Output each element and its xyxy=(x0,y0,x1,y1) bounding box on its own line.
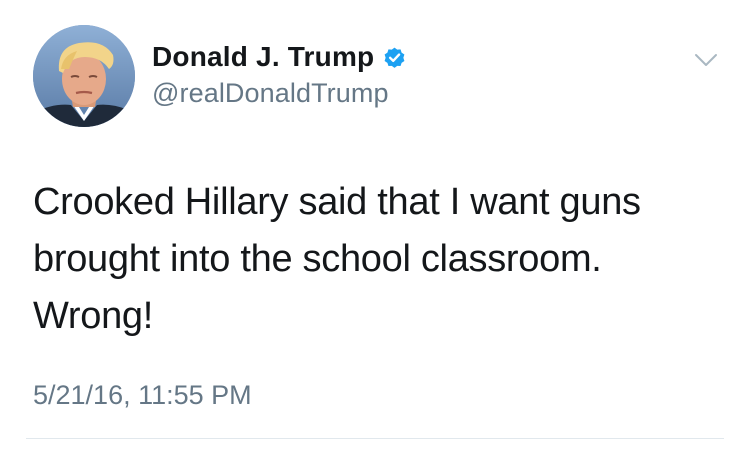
divider xyxy=(26,438,724,439)
avatar-image xyxy=(33,25,135,127)
user-handle[interactable]: @realDonaldTrump xyxy=(152,78,389,109)
verified-badge-icon xyxy=(382,45,407,70)
author-row: Donald J. Trump xyxy=(152,40,407,74)
tweet-timestamp[interactable]: 5/21/16, 11:55 PM xyxy=(33,380,252,411)
tweet-text: Crooked Hillary said that I want guns br… xyxy=(33,181,641,337)
chevron-down-icon[interactable] xyxy=(690,44,722,76)
display-name[interactable]: Donald J. Trump xyxy=(152,41,374,73)
profile-avatar[interactable] xyxy=(33,25,135,127)
tweet-card: Donald J. Trump @realDonaldTrump Crooked… xyxy=(0,0,732,454)
